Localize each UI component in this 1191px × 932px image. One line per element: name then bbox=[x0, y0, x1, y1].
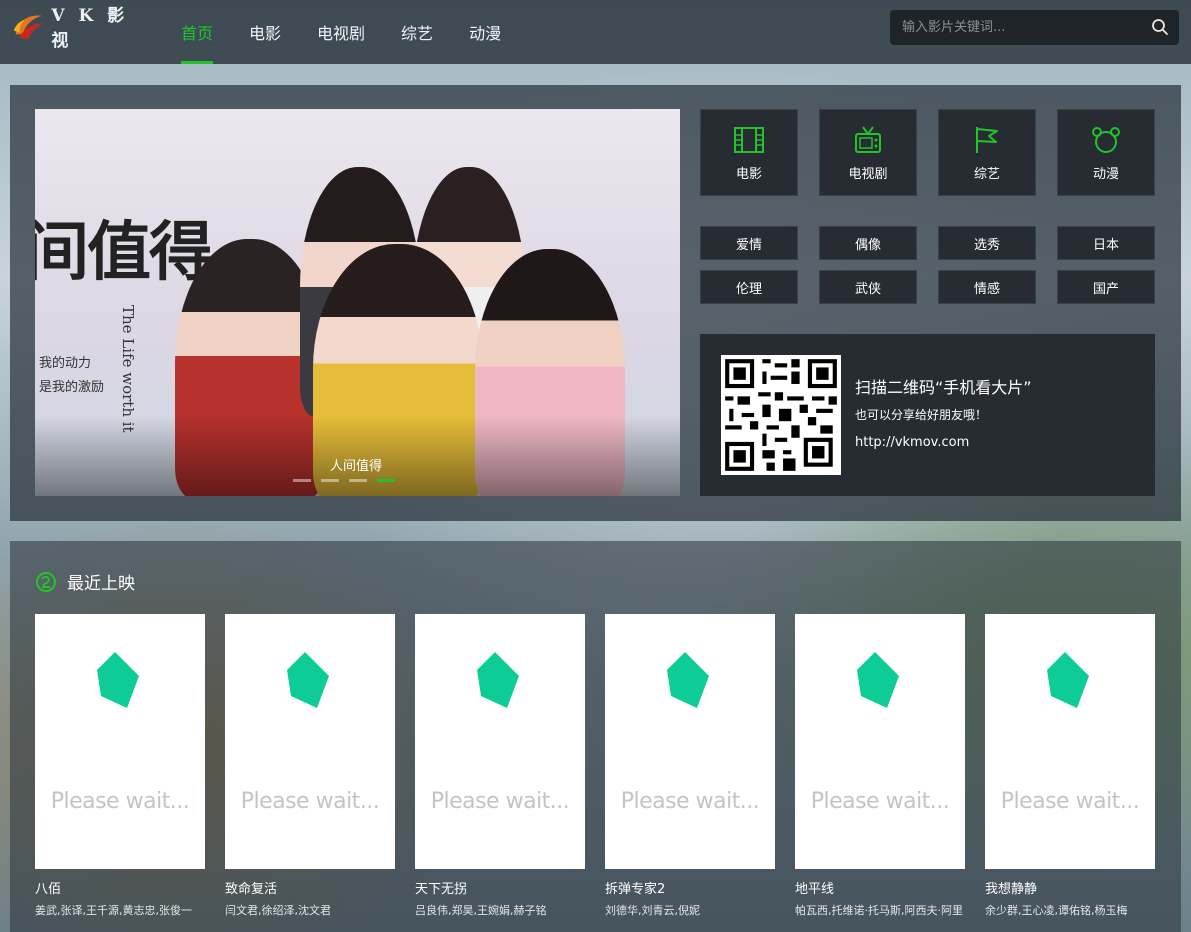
tag-domestic[interactable]: 国产 bbox=[1057, 270, 1155, 304]
tag-martial-arts[interactable]: 武侠 bbox=[819, 270, 917, 304]
movie-poster[interactable]: Please wait... bbox=[415, 614, 585, 869]
loading-icon bbox=[287, 652, 329, 708]
recent-icon bbox=[36, 571, 56, 592]
tag-emotion[interactable]: 情感 bbox=[938, 270, 1036, 304]
tag-talent-show[interactable]: 选秀 bbox=[938, 226, 1036, 260]
movie-cast: 吕良伟,郑昊,王婉娟,赫子铭 bbox=[415, 904, 547, 917]
film-icon bbox=[734, 127, 764, 153]
carousel-dot[interactable] bbox=[349, 479, 367, 482]
movie-poster[interactable]: Please wait... bbox=[605, 614, 775, 869]
carousel-dot-active[interactable] bbox=[377, 479, 395, 482]
movie-card[interactable]: Please wait... 八佰 姜武,张译,王千源,黄志忠,张俊一 bbox=[35, 614, 205, 918]
category-label: 动漫 bbox=[1092, 167, 1119, 182]
genre-tags: 爱情 偶像 选秀 日本 伦理 武侠 情感 国产 bbox=[700, 226, 1155, 304]
hero-panel: 间值得 The Life worth it 我的动力 是我的激励 人间值得 电影… bbox=[10, 85, 1181, 521]
tag-romance[interactable]: 爱情 bbox=[700, 226, 798, 260]
carousel-dot[interactable] bbox=[293, 479, 311, 482]
movie-cast: 闫文君,徐绍泽,沈文君 bbox=[225, 904, 331, 917]
bear-icon bbox=[1092, 127, 1120, 153]
movie-cast: 刘德华,刘青云,倪妮 bbox=[605, 904, 700, 917]
qr-subtitle: 也可以分享给好朋友哦！ bbox=[855, 408, 988, 422]
category-anime[interactable]: 动漫 bbox=[1057, 109, 1155, 196]
loading-text: Please wait... bbox=[810, 789, 950, 814]
movie-list: Please wait... 八佰 姜武,张译,王千源,黄志忠,张俊一 Plea… bbox=[35, 614, 1155, 918]
tag-ethics[interactable]: 伦理 bbox=[700, 270, 798, 304]
logo-text: V K 影视 bbox=[51, 6, 129, 51]
movie-poster[interactable]: Please wait... bbox=[795, 614, 965, 869]
category-movies[interactable]: 电影 bbox=[700, 109, 798, 196]
movie-title[interactable]: 致命复活 bbox=[225, 878, 395, 897]
movie-poster[interactable]: Please wait... bbox=[985, 614, 1155, 869]
movie-title[interactable]: 八佰 bbox=[35, 878, 205, 897]
movie-cast: 姜武,张译,王千源,黄志忠,张俊一 bbox=[35, 904, 192, 917]
loading-text: Please wait... bbox=[240, 789, 380, 814]
nav-home[interactable]: 首页 bbox=[163, 0, 231, 64]
movie-cast: 余少群,王心凌,谭佑铭,杨玉梅 bbox=[985, 904, 1128, 917]
nav-movies[interactable]: 电影 bbox=[231, 0, 299, 64]
qr-url[interactable]: http://vkmov.com bbox=[855, 435, 969, 450]
loading-icon bbox=[857, 652, 899, 708]
banner-sub-text: 我的动力 是我的激励 bbox=[39, 356, 105, 395]
movie-title[interactable]: 天下无拐 bbox=[415, 878, 585, 897]
loading-icon bbox=[477, 652, 519, 708]
movie-cast: 帕瓦西,托维诺·托马斯,阿西夫·阿里 bbox=[795, 904, 963, 917]
movie-card[interactable]: Please wait... 地平线 帕瓦西,托维诺·托马斯,阿西夫·阿里 bbox=[795, 614, 965, 918]
category-label: 综艺 bbox=[973, 167, 1000, 182]
movie-card[interactable]: Please wait... 致命复活 闫文君,徐绍泽,沈文君 bbox=[225, 614, 395, 918]
banner-carousel[interactable]: 间值得 The Life worth it 我的动力 是我的激励 人间值得 bbox=[35, 109, 680, 496]
recent-releases-panel: 最近上映 Please wait... 八佰 姜武,张译,王千源,黄志忠,张俊一… bbox=[10, 541, 1181, 932]
carousel-dots bbox=[293, 479, 395, 482]
category-shortcuts: 电影 电视剧 综艺 动漫 bbox=[700, 109, 1155, 197]
banner-caption[interactable]: 人间值得 bbox=[330, 455, 382, 474]
loading-text: Please wait... bbox=[1000, 789, 1140, 814]
category-tv-series[interactable]: 电视剧 bbox=[819, 109, 917, 196]
carousel-dot[interactable] bbox=[321, 479, 339, 482]
tv-icon bbox=[855, 126, 881, 153]
tag-japan[interactable]: 日本 bbox=[1057, 226, 1155, 260]
movie-poster[interactable]: Please wait... bbox=[35, 614, 205, 869]
nav-variety[interactable]: 综艺 bbox=[383, 0, 451, 64]
banner-calligraphy: 间值得 bbox=[35, 215, 213, 290]
movie-card[interactable]: Please wait... 我想静静 余少群,王心凌,谭佑铭,杨玉梅 bbox=[985, 614, 1155, 918]
search-input[interactable] bbox=[890, 10, 1164, 45]
loading-text: Please wait... bbox=[430, 789, 570, 814]
banner-english-text: The Life worth it bbox=[119, 305, 137, 433]
movie-title[interactable]: 我想静静 bbox=[985, 878, 1155, 897]
nav-tv-series[interactable]: 电视剧 bbox=[299, 0, 383, 64]
movie-title[interactable]: 地平线 bbox=[795, 878, 965, 897]
category-variety[interactable]: 综艺 bbox=[938, 109, 1036, 196]
loading-text: Please wait... bbox=[50, 789, 190, 814]
category-label: 电视剧 bbox=[848, 167, 888, 182]
loading-icon bbox=[667, 652, 709, 708]
tag-idol[interactable]: 偶像 bbox=[819, 226, 917, 260]
top-navigation-bar: V K 影视 首页 电影 电视剧 综艺 动漫 bbox=[0, 0, 1191, 64]
search-icon[interactable] bbox=[1151, 18, 1169, 36]
loading-icon bbox=[97, 652, 139, 708]
qr-promo: 扫描二维码“手机看大片” 也可以分享给好朋友哦！ http://vkmov.co… bbox=[700, 334, 1155, 496]
qr-title: 扫描二维码“手机看大片” bbox=[855, 378, 1032, 397]
movie-card[interactable]: Please wait... 拆弹专家2 刘德华,刘青云,倪妮 bbox=[605, 614, 775, 918]
logo-mark-icon bbox=[13, 15, 44, 39]
nav-anime[interactable]: 动漫 bbox=[451, 0, 519, 64]
section-title: 最近上映 bbox=[67, 574, 135, 594]
loading-icon bbox=[1047, 652, 1089, 708]
main-nav: 首页 电影 电视剧 综艺 动漫 bbox=[163, 0, 519, 64]
site-logo[interactable]: V K 影视 bbox=[12, 6, 142, 51]
search-box bbox=[890, 10, 1179, 45]
qr-code bbox=[721, 355, 841, 475]
movie-card[interactable]: Please wait... 天下无拐 吕良伟,郑昊,王婉娟,赫子铭 bbox=[415, 614, 585, 918]
movie-title[interactable]: 拆弹专家2 bbox=[605, 878, 775, 897]
section-header: 最近上映 bbox=[35, 569, 135, 594]
flag-icon bbox=[976, 127, 998, 153]
category-label: 电影 bbox=[735, 167, 762, 182]
loading-text: Please wait... bbox=[620, 789, 760, 814]
movie-poster[interactable]: Please wait... bbox=[225, 614, 395, 869]
